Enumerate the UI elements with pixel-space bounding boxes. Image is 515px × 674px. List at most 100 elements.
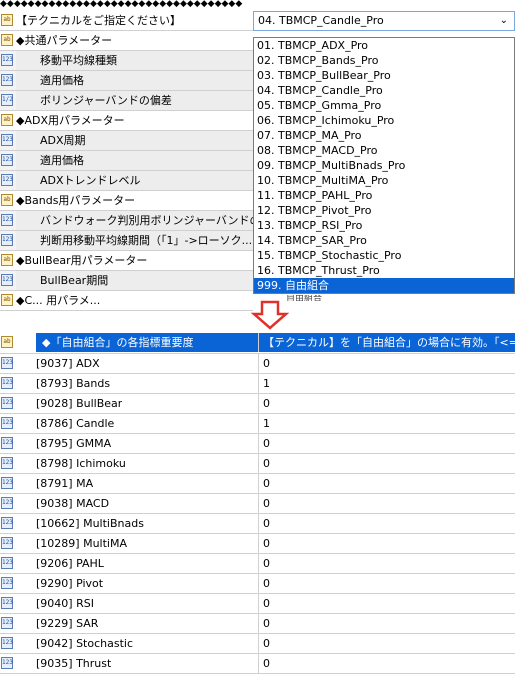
technical-option[interactable]: 07. TBMCP_MA_Pro	[254, 128, 514, 143]
technical-option[interactable]: 05. TBMCP_Gmma_Pro	[254, 98, 514, 113]
weight-row-value[interactable]: 0	[258, 474, 515, 493]
top-tail-text: 自由組合	[286, 295, 323, 301]
weight-row[interactable]: 123 [8793] Bands 1	[0, 374, 515, 394]
top-row[interactable]: 123 適用価格	[0, 151, 253, 171]
chevron-down-icon[interactable]: ⌄	[500, 12, 508, 30]
integer-icon: 123	[1, 54, 13, 66]
top-row[interactable]: 123 判断用移動平均線期間（「1」->ローソク...	[0, 231, 253, 251]
top-row[interactable]: ab ◆Bands用パラメーター	[0, 191, 253, 211]
top-row-label: ボリンジャーバンドの偏差	[16, 91, 253, 110]
weight-row-value[interactable]: 0	[258, 554, 515, 573]
technical-option[interactable]: 04. TBMCP_Candle_Pro	[254, 83, 514, 98]
string-icon: ab	[1, 336, 13, 348]
technical-option[interactable]: 999. 自由組合	[254, 278, 514, 293]
top-row[interactable]: ab 【テクニカルをご指定ください】	[0, 11, 253, 31]
weight-row[interactable]: 123 [9028] BullBear 0	[0, 394, 515, 414]
weight-row-value[interactable]: 0	[258, 494, 515, 513]
technical-option[interactable]: 02. TBMCP_Bands_Pro	[254, 53, 514, 68]
weight-row-label: [8795] GMMA	[36, 437, 112, 450]
top-row[interactable]: 123 適用価格	[0, 71, 253, 91]
integer-icon: 123	[1, 377, 13, 389]
weight-row[interactable]: 123 [9042] Stochastic 0	[0, 634, 515, 654]
weight-row[interactable]: 123 [8786] Candle 1	[0, 414, 515, 434]
weight-row-label: [8793] Bands	[36, 377, 111, 390]
weight-row-value[interactable]: 0	[258, 434, 515, 453]
technical-option[interactable]: 03. TBMCP_BullBear_Pro	[254, 68, 514, 83]
weight-row-value[interactable]: 0	[258, 614, 515, 633]
string-icon: ab	[1, 254, 13, 266]
diamond-row: ◆◆◆◆◆◆◆◆◆◆◆◆◆◆◆◆◆◆◆◆◆◆◆◆◆◆◆◆◆◆◆◆◆◆◆	[0, 0, 243, 9]
weight-row[interactable]: 123 [8798] Ichimoku 0	[0, 454, 515, 474]
technical-option[interactable]: 10. TBMCP_MultiMA_Pro	[254, 173, 514, 188]
top-row[interactable]: ab ◆BullBear用パラメーター	[0, 251, 253, 271]
weight-row[interactable]: 123 [9037] ADX 0	[0, 354, 515, 374]
weight-row[interactable]: 123 [9206] PAHL 0	[0, 554, 515, 574]
string-icon: ab	[1, 34, 13, 46]
top-row[interactable]: ab ◆共通パラメーター	[0, 31, 253, 51]
technical-option[interactable]: 15. TBMCP_Stochastic_Pro	[254, 248, 514, 263]
weight-row-value[interactable]: 0	[258, 454, 515, 473]
weight-row-label: [10289] MultiMA	[36, 537, 127, 550]
weight-row[interactable]: 123 [8791] MA 0	[0, 474, 515, 494]
integer-icon: 123	[1, 397, 13, 409]
weight-row-label: [9040] RSI	[36, 597, 94, 610]
weight-row[interactable]: 123 [9229] SAR 0	[0, 614, 515, 634]
top-row[interactable]: 123 ADXトレンドレベル	[0, 171, 253, 191]
weight-row-value[interactable]: 0	[258, 394, 515, 413]
weight-row[interactable]: 123 [8795] GMMA 0	[0, 434, 515, 454]
top-row-label: ◆C... 用パラメ...	[16, 294, 101, 307]
weight-row[interactable]: 123 [10289] MultiMA 0	[0, 534, 515, 554]
string-icon: ab	[1, 114, 13, 126]
top-row[interactable]: ab ◆ADX用パラメーター	[0, 111, 253, 131]
weight-row-label: [9229] SAR	[36, 617, 99, 630]
top-row[interactable]: ab ◆C... 用パラメ...	[0, 291, 253, 311]
weight-row-value[interactable]: 0	[258, 634, 515, 653]
top-row[interactable]: 123 移動平均線種類	[0, 51, 253, 71]
weight-row[interactable]: 123 [9290] Pivot 0	[0, 574, 515, 594]
integer-icon: 123	[1, 357, 13, 369]
technical-option[interactable]: 13. TBMCP_RSI_Pro	[254, 218, 514, 233]
top-row[interactable]: 123 ADX周期	[0, 131, 253, 151]
integer-icon: 123	[1, 74, 13, 86]
top-row[interactable]: 123 BullBear期間	[0, 271, 253, 291]
weight-row-value[interactable]: 0	[258, 354, 515, 373]
integer-icon: 123	[1, 577, 13, 589]
weight-row-label: [8791] MA	[36, 477, 94, 490]
technical-option[interactable]: 14. TBMCP_SAR_Pro	[254, 233, 514, 248]
technical-option[interactable]: 12. TBMCP_Pivot_Pro	[254, 203, 514, 218]
integer-icon: 123	[1, 417, 13, 429]
integer-icon: 123	[1, 477, 13, 489]
weight-header-value: 【テクニカル】を「自由組合」の場合に有効。「<=0」...	[258, 333, 515, 352]
weight-row-value[interactable]: 1	[258, 374, 515, 393]
weight-row-value[interactable]: 0	[258, 574, 515, 593]
technical-option[interactable]: 16. TBMCP_Thrust_Pro	[254, 263, 514, 278]
technical-option[interactable]: 09. TBMCP_MultiBnads_Pro	[254, 158, 514, 173]
integer-icon: 123	[1, 457, 13, 469]
top-row[interactable]: 1/2 ボリンジャーバンドの偏差	[0, 91, 253, 111]
weight-header-row[interactable]: ab ◆「自由組合」の各指標重要度 【テクニカル】を「自由組合」の場合に有効。「…	[0, 333, 515, 354]
top-row-label: BullBear期間	[16, 271, 253, 290]
weight-row-label: [9028] BullBear	[36, 397, 123, 410]
weight-row[interactable]: 123 [9038] MACD 0	[0, 494, 515, 514]
top-row-label: ◆BullBear用パラメーター	[16, 254, 148, 267]
weight-row-value[interactable]: 0	[258, 594, 515, 613]
weight-row-label: [10662] MultiBnads	[36, 517, 144, 530]
technical-option[interactable]: 01. TBMCP_ADX_Pro	[254, 38, 514, 53]
integer-icon: 123	[1, 437, 13, 449]
top-row[interactable]: 123バンドウォーク判別用ボリンジャーバンドの・..	[0, 211, 253, 231]
integer-icon: 123	[1, 657, 13, 669]
technical-select[interactable]: 04. TBMCP_Candle_Pro ⌄	[253, 11, 515, 31]
technical-option[interactable]: 08. TBMCP_MACD_Pro	[254, 143, 514, 158]
weight-row-value[interactable]: 1	[258, 414, 515, 433]
weight-row-value[interactable]: 0	[258, 534, 515, 553]
integer-icon: 123	[1, 597, 13, 609]
weight-row[interactable]: 123 [9040] RSI 0	[0, 594, 515, 614]
weight-row-value[interactable]: 0	[258, 514, 515, 533]
weight-row-value[interactable]: 0	[258, 654, 515, 673]
parameter-grid-bottom: ab ◆「自由組合」の各指標重要度 【テクニカル】を「自由組合」の場合に有効。「…	[0, 333, 515, 674]
top-row-label: 適用価格	[16, 151, 253, 170]
weight-row[interactable]: 123 [9035] Thrust 0	[0, 654, 515, 674]
technical-option[interactable]: 06. TBMCP_Ichimoku_Pro	[254, 113, 514, 128]
weight-row[interactable]: 123 [10662] MultiBnads 0	[0, 514, 515, 534]
technical-option[interactable]: 11. TBMCP_PAHL_Pro	[254, 188, 514, 203]
